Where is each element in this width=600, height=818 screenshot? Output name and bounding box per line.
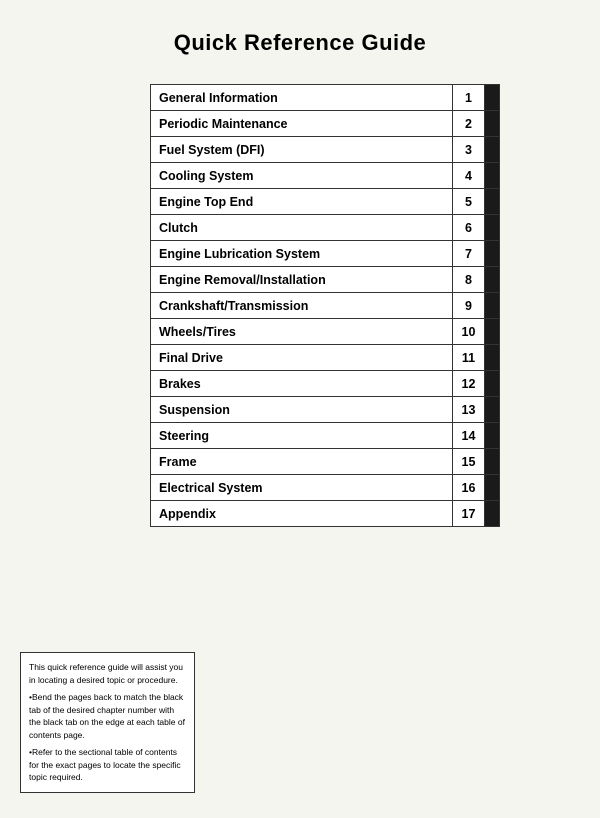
note-line2: •Bend the pages back to match the black … — [29, 691, 186, 742]
toc-number: 10 — [453, 319, 485, 344]
toc-row[interactable]: Brakes12 — [150, 370, 500, 397]
toc-number: 12 — [453, 371, 485, 396]
toc-label: Periodic Maintenance — [151, 111, 453, 136]
note-box: This quick reference guide will assist y… — [20, 652, 195, 793]
toc-tab — [485, 111, 499, 136]
page-title: Quick Reference Guide — [20, 30, 580, 56]
toc-tab — [485, 423, 499, 448]
toc-label: Clutch — [151, 215, 453, 240]
toc-label: Frame — [151, 449, 453, 474]
toc-row[interactable]: Engine Removal/Installation8 — [150, 266, 500, 293]
toc-number: 2 — [453, 111, 485, 136]
note-line3: •Refer to the sectional table of content… — [29, 746, 186, 784]
toc-label: Suspension — [151, 397, 453, 422]
toc-number: 16 — [453, 475, 485, 500]
toc-label: Fuel System (DFI) — [151, 137, 453, 162]
toc-number: 4 — [453, 163, 485, 188]
toc-tab — [485, 85, 499, 110]
toc-tab — [485, 215, 499, 240]
toc-label: Electrical System — [151, 475, 453, 500]
toc-tab — [485, 241, 499, 266]
toc-label: Final Drive — [151, 345, 453, 370]
toc-row[interactable]: Appendix17 — [150, 500, 500, 527]
toc-number: 17 — [453, 501, 485, 526]
toc-number: 6 — [453, 215, 485, 240]
toc-tab — [485, 267, 499, 292]
toc-number: 1 — [453, 85, 485, 110]
toc-tab — [485, 449, 499, 474]
toc-label: General Information — [151, 85, 453, 110]
toc-label: Brakes — [151, 371, 453, 396]
toc-number: 14 — [453, 423, 485, 448]
toc-row[interactable]: Electrical System16 — [150, 474, 500, 501]
toc-label: Crankshaft/Transmission — [151, 293, 453, 318]
toc-tab — [485, 293, 499, 318]
toc-row[interactable]: Steering14 — [150, 422, 500, 449]
toc-row[interactable]: Wheels/Tires10 — [150, 318, 500, 345]
toc-row[interactable]: Final Drive11 — [150, 344, 500, 371]
toc-number: 3 — [453, 137, 485, 162]
toc-container: General Information1Periodic Maintenance… — [150, 84, 500, 527]
toc-row[interactable]: Fuel System (DFI)3 — [150, 136, 500, 163]
toc-tab — [485, 397, 499, 422]
toc-row[interactable]: General Information1 — [150, 84, 500, 111]
toc-label: Engine Top End — [151, 189, 453, 214]
toc-number: 5 — [453, 189, 485, 214]
toc-tab — [485, 345, 499, 370]
toc-number: 7 — [453, 241, 485, 266]
toc-tab — [485, 319, 499, 344]
toc-tab — [485, 137, 499, 162]
toc-label: Cooling System — [151, 163, 453, 188]
toc-row[interactable]: Frame15 — [150, 448, 500, 475]
toc-label: Engine Removal/Installation — [151, 267, 453, 292]
toc-tab — [485, 371, 499, 396]
page: Quick Reference Guide General Informatio… — [0, 0, 600, 818]
toc-label: Engine Lubrication System — [151, 241, 453, 266]
toc-label: Appendix — [151, 501, 453, 526]
toc-tab — [485, 501, 499, 526]
toc-row[interactable]: Engine Lubrication System7 — [150, 240, 500, 267]
toc-number: 9 — [453, 293, 485, 318]
toc-row[interactable]: Crankshaft/Transmission9 — [150, 292, 500, 319]
toc-row[interactable]: Engine Top End5 — [150, 188, 500, 215]
toc-row[interactable]: Clutch6 — [150, 214, 500, 241]
toc-number: 8 — [453, 267, 485, 292]
toc-tab — [485, 163, 499, 188]
toc-label: Wheels/Tires — [151, 319, 453, 344]
toc-row[interactable]: Suspension13 — [150, 396, 500, 423]
note-line1: This quick reference guide will assist y… — [29, 661, 186, 687]
toc-tab — [485, 475, 499, 500]
toc-row[interactable]: Cooling System4 — [150, 162, 500, 189]
toc-number: 15 — [453, 449, 485, 474]
toc-row[interactable]: Periodic Maintenance2 — [150, 110, 500, 137]
toc-number: 11 — [453, 345, 485, 370]
toc-tab — [485, 189, 499, 214]
toc-label: Steering — [151, 423, 453, 448]
toc-number: 13 — [453, 397, 485, 422]
